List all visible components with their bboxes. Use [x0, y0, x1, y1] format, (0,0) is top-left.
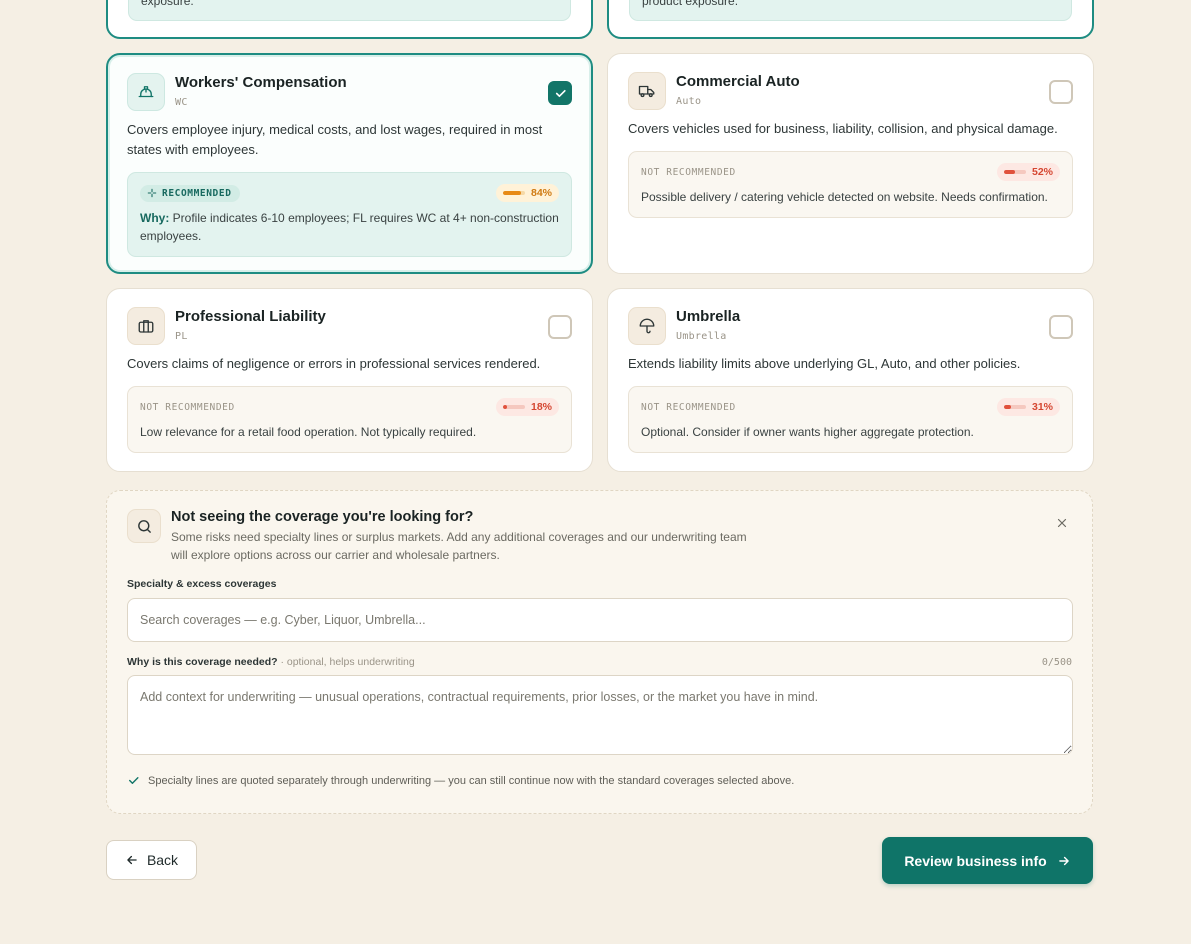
score-bar	[1003, 405, 1026, 409]
coverage-title: Professional Liability	[175, 308, 326, 325]
why-optional-hint: · optional, helps underwriting	[280, 656, 415, 668]
score-value: 31%	[1031, 401, 1053, 413]
why-label-text: Why is this coverage needed?	[127, 656, 278, 668]
specialty-title: Not seeing the coverage you're looking f…	[171, 509, 474, 525]
status-label: RECOMMENDED	[162, 187, 232, 199]
reason-text: Profile indicates 6-10 employees; FL req…	[140, 211, 559, 243]
recommendation-box: NOT RECOMMENDED 31% Optional. Consider i…	[628, 386, 1073, 453]
search-label: Specialty & excess coverages	[127, 578, 277, 590]
coverage-card-workers-comp[interactable]: Workers' Compensation WC Covers employee…	[106, 53, 593, 274]
coverage-code: Auto	[676, 96, 702, 107]
score-bar-fill	[1003, 405, 1011, 409]
arrow-right-icon	[1058, 856, 1069, 865]
truck-icon	[628, 72, 666, 110]
recommendation-reason: Low relevance for a retail food operatio…	[140, 425, 477, 439]
coverage-code: WC	[175, 97, 188, 108]
review-business-info-button[interactable]: Review business info	[882, 837, 1093, 884]
specialty-note: Specialty lines are quoted separately th…	[127, 774, 1072, 787]
check-icon	[129, 777, 139, 784]
match-score: 18%	[495, 398, 559, 416]
back-button[interactable]: Back	[106, 840, 197, 880]
score-bar	[1003, 170, 1026, 174]
coverage-card-commercial-auto[interactable]: Commercial Auto Auto Covers vehicles use…	[607, 53, 1094, 274]
close-button[interactable]	[1052, 513, 1072, 533]
partial-card-right[interactable]: product exposure.	[607, 0, 1094, 39]
coverage-card-umbrella[interactable]: Umbrella Umbrella Extends liability limi…	[607, 288, 1094, 472]
score-bar-fill	[1003, 170, 1016, 174]
back-label: Back	[146, 852, 179, 868]
why-label: Why is this coverage needed? · optional,…	[127, 656, 415, 668]
recommendation-box: RECOMMENDED 84% Why: Profile indicates 6…	[127, 172, 572, 257]
specialty-coverage-panel: Not seeing the coverage you're looking f…	[106, 490, 1093, 814]
briefcase-icon	[127, 307, 165, 345]
coverage-title: Workers' Compensation	[175, 74, 347, 91]
coverage-checkbox[interactable]	[1049, 315, 1073, 339]
match-score: 31%	[996, 398, 1060, 416]
match-score: 52%	[996, 163, 1060, 181]
partial-card-left[interactable]: exposure.	[106, 0, 593, 39]
recommendation-box: NOT RECOMMENDED 18% Low relevance for a …	[127, 386, 572, 453]
partial-card-left-text: exposure.	[141, 0, 194, 8]
status-label: NOT RECOMMENDED	[140, 401, 235, 413]
score-bar	[502, 191, 525, 195]
close-icon	[1057, 518, 1067, 528]
recommendation-reason: Possible delivery / catering vehicle det…	[641, 190, 1048, 204]
coverage-search-input[interactable]	[127, 598, 1073, 642]
umbrella-icon	[628, 307, 666, 345]
coverage-description: Covers claims of negligence or errors in…	[127, 356, 541, 371]
arrow-left-icon	[127, 855, 137, 865]
score-value: 18%	[530, 401, 552, 413]
recommendation-box: NOT RECOMMENDED 52% Possible delivery / …	[628, 151, 1073, 218]
sparkle-icon	[147, 188, 157, 198]
score-bar	[502, 405, 525, 409]
why-label: Why:	[140, 211, 170, 225]
recommendation-reason: Optional. Consider if owner wants higher…	[641, 425, 974, 439]
partial-card-right-text: product exposure.	[642, 0, 739, 8]
coverage-title: Umbrella	[676, 308, 741, 325]
coverage-checkbox[interactable]	[548, 81, 572, 105]
check-icon	[555, 89, 566, 97]
score-value: 84%	[530, 187, 552, 199]
search-icon	[127, 509, 161, 543]
recommendation-reason: Why: Profile indicates 6-10 employees; F…	[140, 209, 559, 245]
coverage-card-professional-liability[interactable]: Professional Liability PL Covers claims …	[106, 288, 593, 472]
coverage-code: PL	[175, 331, 188, 342]
score-value: 52%	[1031, 166, 1053, 178]
recommended-badge: RECOMMENDED	[140, 184, 240, 202]
note-text: Specialty lines are quoted separately th…	[148, 774, 795, 787]
next-label: Review business info	[904, 852, 1047, 869]
score-bar-fill	[502, 405, 507, 409]
coverage-code: Umbrella	[676, 331, 727, 342]
coverage-description: Covers vehicles used for business, liabi…	[628, 121, 1058, 136]
why-needed-textarea[interactable]	[127, 675, 1073, 755]
coverage-description: Extends liability limits above underlyin…	[628, 356, 1021, 371]
specialty-subtitle: Some risks need specialty lines or surpl…	[171, 530, 747, 562]
status-label: NOT RECOMMENDED	[641, 401, 736, 413]
coverage-checkbox[interactable]	[1049, 80, 1073, 104]
coverage-checkbox[interactable]	[548, 315, 572, 339]
hard-hat-icon	[127, 73, 165, 111]
coverage-description: Covers employee injury, medical costs, a…	[127, 122, 543, 157]
score-bar-fill	[502, 191, 522, 195]
char-counter: 0/500	[1041, 656, 1072, 668]
match-score: 84%	[495, 184, 559, 202]
coverage-title: Commercial Auto	[676, 73, 800, 90]
status-label: NOT RECOMMENDED	[641, 166, 736, 178]
